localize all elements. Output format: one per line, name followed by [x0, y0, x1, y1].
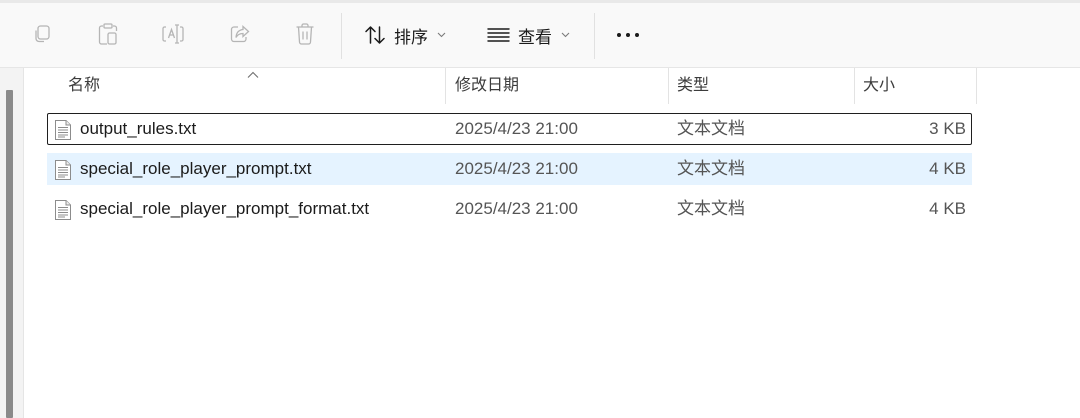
sort-ascending-icon	[247, 66, 259, 84]
column-header-name[interactable]: 名称	[68, 68, 100, 104]
column-divider[interactable]	[976, 68, 977, 104]
file-size: 4 KB	[929, 159, 966, 178]
column-divider[interactable]	[445, 68, 446, 104]
rename-icon	[162, 24, 184, 44]
rename-button[interactable]	[161, 22, 185, 46]
sort-button[interactable]: 排序	[364, 21, 446, 49]
copy-icon	[35, 25, 50, 43]
navigation-pane	[0, 68, 24, 418]
copy-button[interactable]	[30, 22, 54, 46]
text-file-icon	[55, 200, 71, 220]
view-button[interactable]: 查看	[487, 21, 570, 49]
file-type: 文本文档	[677, 119, 745, 138]
delete-icon	[296, 23, 314, 45]
navigation-scrollbar[interactable]	[6, 90, 13, 418]
column-header-date[interactable]: 修改日期	[455, 68, 519, 104]
more-icon	[626, 33, 630, 37]
sort-label: 排序	[394, 27, 428, 47]
more-icon	[635, 33, 639, 37]
view-label: 查看	[518, 27, 552, 47]
file-size: 4 KB	[929, 199, 966, 218]
column-divider[interactable]	[854, 68, 855, 104]
file-type: 文本文档	[677, 199, 745, 218]
column-header-size[interactable]: 大小	[863, 68, 895, 104]
file-name: special_role_player_prompt.txt	[80, 159, 312, 178]
share-icon	[230, 25, 250, 43]
command-bar: 排序 查看	[0, 3, 1080, 68]
file-row[interactable]: output_rules.txt 2025/4/23 21:00 文本文档 3 …	[47, 113, 972, 145]
delete-button[interactable]	[293, 22, 317, 46]
text-file-icon	[55, 160, 71, 180]
file-date: 2025/4/23 21:00	[455, 119, 578, 138]
column-header-row: 名称 修改日期 类型 大小	[47, 68, 977, 104]
paste-button[interactable]	[96, 22, 120, 46]
file-size: 3 KB	[929, 119, 966, 138]
file-type: 文本文档	[677, 159, 745, 178]
toolbar-separator	[341, 13, 342, 59]
share-button[interactable]	[228, 22, 252, 46]
file-row[interactable]: special_role_player_prompt.txt 2025/4/23…	[47, 153, 972, 185]
view-icon	[487, 28, 510, 42]
file-name: special_role_player_prompt_format.txt	[80, 199, 370, 218]
sort-icon	[365, 26, 385, 44]
file-name: output_rules.txt	[80, 119, 197, 138]
column-divider[interactable]	[668, 68, 669, 104]
more-options-button[interactable]	[613, 25, 643, 45]
chevron-down-icon	[437, 32, 446, 38]
file-row[interactable]: special_role_player_prompt_format.txt 20…	[47, 193, 972, 225]
toolbar-separator	[594, 13, 595, 59]
file-date: 2025/4/23 21:00	[455, 199, 578, 218]
paste-icon	[98, 23, 118, 45]
file-date: 2025/4/23 21:00	[455, 159, 578, 178]
chevron-down-icon	[561, 32, 570, 38]
text-file-icon	[55, 120, 71, 140]
column-header-type[interactable]: 类型	[677, 68, 709, 104]
more-icon	[617, 33, 621, 37]
